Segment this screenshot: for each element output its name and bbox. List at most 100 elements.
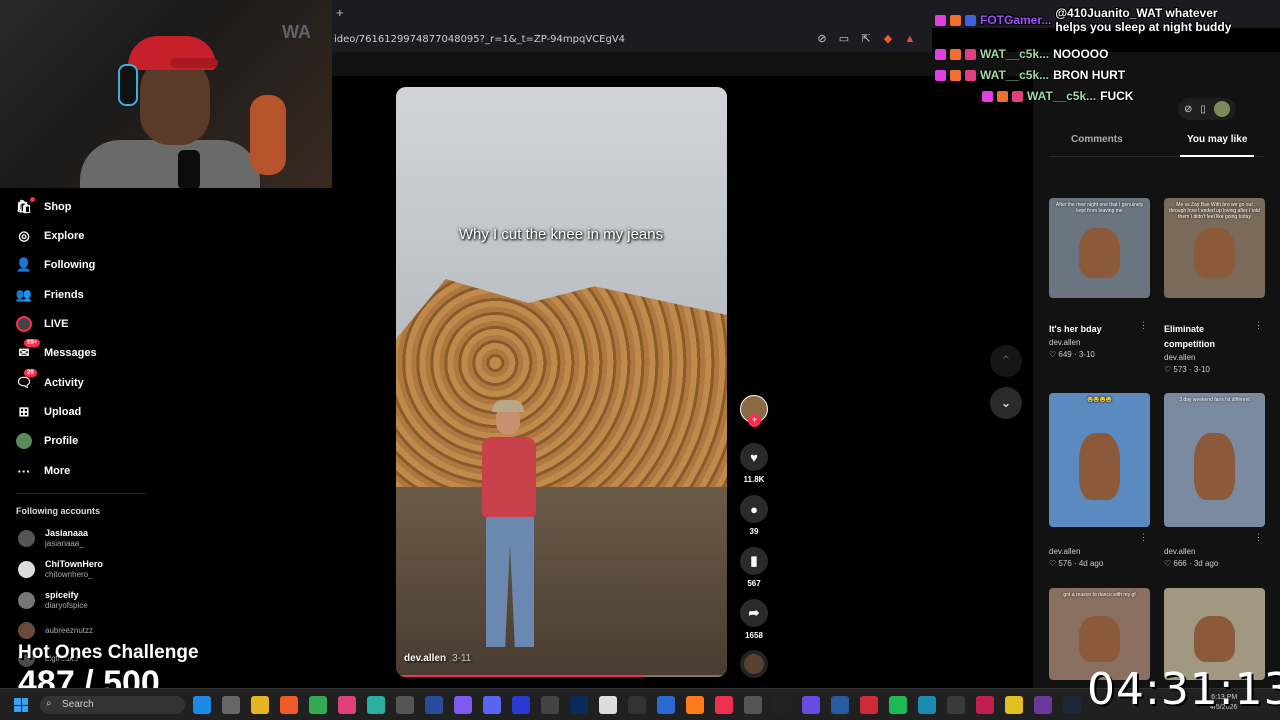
video-player[interactable]: Why I cut the knee in my jeans dev.allen… <box>396 87 727 677</box>
card-author[interactable]: dev.allen <box>1049 547 1150 556</box>
vs-icon[interactable] <box>512 696 530 714</box>
edge-icon[interactable] <box>193 696 211 714</box>
card-author[interactable]: dev.allen <box>1049 338 1150 347</box>
chat-badge-icon <box>935 69 946 81</box>
more-options-icon[interactable]: ⋮ <box>1139 320 1148 331</box>
brave-icon[interactable] <box>280 696 298 714</box>
video-author-name: dev.allen <box>404 653 447 664</box>
steam-icon[interactable] <box>1063 696 1081 714</box>
thumbnail-person <box>1079 615 1120 662</box>
sidebar-item-profile[interactable]: Profile <box>16 433 78 449</box>
video-thumbnail[interactable]: After the river night one that I genuine… <box>1049 198 1150 298</box>
rewards-icon[interactable]: ▲ <box>903 32 917 46</box>
card-author[interactable]: dev.allen <box>1164 547 1265 556</box>
following-account[interactable]: spiceify diaryofspice <box>18 590 88 610</box>
sidebar-item-upload[interactable]: ⊞ Upload <box>16 404 82 420</box>
taskbar-search[interactable]: ⌕ Search <box>40 696 185 714</box>
recommended-video-card[interactable]: 😭😭😭😭 ⋮ dev.allen ♡ 576 · 4d ago <box>1049 393 1150 568</box>
app-icon[interactable] <box>628 696 646 714</box>
windows-start-icon[interactable] <box>14 698 28 712</box>
like-button[interactable]: ♥ 11.8K <box>739 443 769 484</box>
sidebar-item-explore[interactable]: ◎ Explore <box>16 228 84 244</box>
screenshot-icon[interactable]: ▭ <box>837 32 851 46</box>
music-disc-icon[interactable] <box>740 650 768 678</box>
app-icon[interactable] <box>1005 696 1023 714</box>
gamepad-icon[interactable] <box>454 696 472 714</box>
sidebar-item-live[interactable]: LIVE <box>16 316 68 332</box>
app-icon[interactable] <box>425 696 443 714</box>
more-options-icon[interactable]: ⋮ <box>1254 532 1263 543</box>
settings-icon[interactable] <box>222 696 240 714</box>
profile-avatar-icon <box>16 433 32 449</box>
sidebar-item-label: Explore <box>44 230 85 242</box>
app-icon[interactable] <box>976 696 994 714</box>
app-icon[interactable] <box>860 696 878 714</box>
thumbnail-person <box>1079 433 1120 501</box>
following-account[interactable]: Jasianaaa jasianaaa_ <box>18 528 88 548</box>
video-thumbnail[interactable]: 3 day weekend fans hit different <box>1164 393 1265 527</box>
firefox-icon[interactable] <box>686 696 704 714</box>
following-account[interactable]: ChiTownHero chitownhero_ <box>18 559 103 579</box>
share-arrow-icon: ➦ <box>740 599 768 627</box>
app-icon[interactable] <box>657 696 675 714</box>
follow-plus-icon[interactable]: + <box>748 414 761 427</box>
video-thumbnail[interactable]: 😭😭😭😭 <box>1049 393 1150 527</box>
comment-button[interactable]: ● 39 <box>739 495 769 536</box>
music-icon[interactable] <box>715 696 733 714</box>
user-avatar[interactable] <box>1213 101 1230 117</box>
streamer-cap-brim <box>170 58 218 68</box>
following-account[interactable]: aubreeznutzz <box>18 622 93 639</box>
app-icon[interactable] <box>918 696 936 714</box>
sidebar-item-more[interactable]: ··· More <box>16 463 71 479</box>
microphone <box>178 150 200 188</box>
sidebar-item-messages[interactable]: ✉ 99+ Messages <box>16 339 97 361</box>
video-author[interactable]: dev.allen 3-11 <box>404 653 471 664</box>
webcam-overlay: WA <box>0 0 332 188</box>
app-icon[interactable] <box>831 696 849 714</box>
file-explorer-icon[interactable] <box>251 696 269 714</box>
more-options-icon[interactable]: ⋮ <box>1254 320 1263 331</box>
recommended-video-card[interactable]: Me vs Zay Bae With bro we go out through… <box>1164 198 1265 374</box>
sidebar-item-shop[interactable]: 🛍 Shop <box>16 197 72 215</box>
next-video-button[interactable]: ⌄ <box>990 387 1022 419</box>
app-icon[interactable] <box>1034 696 1052 714</box>
chrome-icon[interactable] <box>309 696 327 714</box>
obs-icon[interactable] <box>396 696 414 714</box>
new-tab-button[interactable]: + <box>336 5 344 20</box>
app-icon[interactable] <box>367 696 385 714</box>
chat-badge-icon <box>935 14 946 26</box>
discord-icon[interactable] <box>483 696 501 714</box>
sidebar-item-friends[interactable]: 👥 Friends <box>16 287 84 303</box>
sidebar-item-following[interactable]: 👤 Following <box>16 257 95 273</box>
app-icon[interactable] <box>599 696 617 714</box>
spotify-icon[interactable] <box>889 696 907 714</box>
app-icon[interactable] <box>947 696 965 714</box>
tab-you-may-like[interactable]: You may like <box>1187 134 1247 145</box>
capcut-icon[interactable] <box>773 696 791 714</box>
app-icon[interactable] <box>802 696 820 714</box>
share-button[interactable]: ➦ 1658 <box>739 599 769 640</box>
more-options-icon[interactable]: ⋮ <box>1139 532 1148 543</box>
previous-video-button[interactable]: ⌃ <box>990 345 1022 377</box>
video-ground <box>396 487 727 677</box>
share-icon[interactable]: ⇱ <box>859 32 873 46</box>
tab-comments[interactable]: Comments <box>1071 134 1123 145</box>
brave-shield-icon[interactable]: ◆ <box>881 32 895 46</box>
friends-icon: 👥 <box>15 287 33 302</box>
video-progress-bar[interactable] <box>396 675 727 677</box>
app-icon[interactable] <box>338 696 356 714</box>
chat-badge-icon <box>965 69 976 81</box>
card-author[interactable]: dev.allen <box>1164 353 1265 362</box>
save-button[interactable]: ▮ 567 <box>739 547 769 588</box>
video-thumbnail[interactable]: Me vs Zay Bae With bro we go out through… <box>1164 198 1265 298</box>
sidebar-item-activity[interactable]: 🗨 29 Activity <box>16 369 84 391</box>
compass-icon[interactable]: ⊘ <box>1184 104 1192 115</box>
app-icon[interactable] <box>744 696 762 714</box>
photoshop-icon[interactable] <box>570 696 588 714</box>
reader-icon[interactable]: ⊘ <box>815 32 829 46</box>
phone-icon[interactable]: ▯ <box>1200 104 1206 115</box>
recommended-video-card[interactable]: 3 day weekend fans hit different ⋮ dev.a… <box>1164 393 1265 568</box>
recommended-video-card[interactable]: After the river night one that I genuine… <box>1049 198 1150 359</box>
app-icon[interactable] <box>541 696 559 714</box>
sidebar-item-label: Following <box>44 259 96 271</box>
